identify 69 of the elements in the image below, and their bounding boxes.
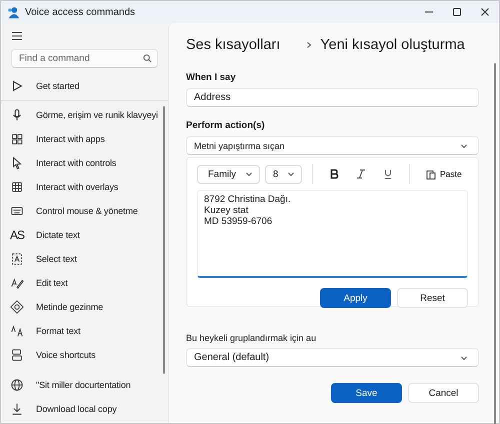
field-label: When I say	[186, 72, 237, 83]
text-line: Kuzey stat	[204, 205, 250, 216]
text-line: 8792 Christina Dağı.	[204, 194, 292, 205]
pen-icon	[10, 276, 24, 290]
window-title: Voice access commands	[25, 6, 136, 18]
paste-button[interactable]: Paste	[420, 165, 468, 183]
microphone-icon	[10, 108, 24, 122]
nav-item[interactable]: Select text	[1, 247, 160, 271]
underline-icon	[383, 169, 393, 179]
group-dropdown[interactable]: General (default)	[186, 348, 479, 367]
nav-item[interactable]: Metinde gezinme	[1, 295, 160, 319]
size-dropdown[interactable]: 8	[265, 164, 302, 184]
download-icon	[10, 402, 24, 416]
diamond-icon	[10, 300, 24, 314]
scrollbar[interactable]	[163, 106, 165, 374]
chevron-right-icon	[306, 41, 312, 49]
field-label: Perform action(s)	[186, 120, 266, 131]
clipboard-icon	[426, 168, 436, 180]
search-field[interactable]: Find a command	[11, 49, 158, 68]
dropdown-value: Metni yapıştırma sıçan	[194, 140, 285, 150]
save-button[interactable]: Save	[331, 383, 402, 403]
font-dropdown[interactable]: Family	[197, 164, 260, 184]
nav-item[interactable]: Edit text	[1, 271, 160, 295]
nav-item[interactable]: AS Dictate text	[1, 223, 160, 247]
field-label: Bu heykeli gruplandırmak için au	[186, 333, 318, 343]
dropdown-value: 8	[273, 168, 278, 180]
cancel-button[interactable]: Cancel	[408, 383, 479, 403]
bold-icon	[329, 169, 339, 179]
keyboard-icon	[10, 204, 24, 218]
nav-item[interactable]: Interact with controls	[1, 151, 160, 175]
nav-item[interactable]: Control mouse & yönetme	[1, 199, 160, 223]
apps-icon	[10, 132, 24, 146]
text-line: MD 53959-6706	[204, 216, 274, 227]
nav-item[interactable]: Download local copy	[1, 397, 160, 421]
app-icon	[7, 6, 20, 18]
cursor-icon	[10, 156, 24, 170]
text-editor[interactable]: 8792 Christina Dağı. Kuzey stat MD 53959-6706	[197, 190, 468, 278]
chevron-down-icon	[460, 142, 468, 150]
dropdown-value: General (default)	[194, 352, 270, 363]
globe-icon	[10, 378, 24, 392]
nav-item[interactable]: "Sit miller docurtentation	[1, 373, 160, 397]
page-title: Yeni kısayol oluşturma	[320, 37, 465, 53]
dropdown-value: Family	[208, 168, 236, 180]
select-text-icon	[10, 252, 24, 266]
menu-icon[interactable]	[11, 30, 23, 42]
italic-icon	[356, 169, 366, 179]
close-icon	[480, 7, 490, 17]
nav-item[interactable]: Interact with overlays	[1, 175, 160, 199]
nav-item[interactable]: Format text	[1, 319, 160, 343]
chevron-down-icon	[245, 170, 253, 178]
shortcut-icon	[10, 348, 24, 362]
text-format-icon	[10, 324, 24, 338]
grid-icon	[10, 180, 24, 194]
play-icon	[10, 79, 24, 93]
phrase-field[interactable]: Address	[186, 88, 479, 107]
chevron-down-icon	[460, 354, 468, 362]
apply-button[interactable]: Apply	[320, 288, 391, 308]
chevron-down-icon	[287, 170, 295, 178]
search-icon	[143, 54, 152, 63]
nav-item[interactable]: Voice shortcuts	[1, 343, 160, 367]
nav-item[interactable]: Get started	[1, 74, 160, 98]
text-icon: AS	[10, 228, 24, 242]
nav-item[interactable]: Interact with apps	[1, 127, 160, 151]
maximize-icon	[452, 7, 462, 17]
scrollbar[interactable]	[494, 63, 496, 424]
breadcrumb-link[interactable]: Ses kısayolları	[186, 37, 280, 53]
reset-button[interactable]: Reset	[397, 288, 468, 308]
nav-item[interactable]: Görme, erişim ve runik klavyeyi	[1, 103, 160, 127]
action-dropdown[interactable]: Metni yapıştırma sıçan	[186, 136, 479, 155]
